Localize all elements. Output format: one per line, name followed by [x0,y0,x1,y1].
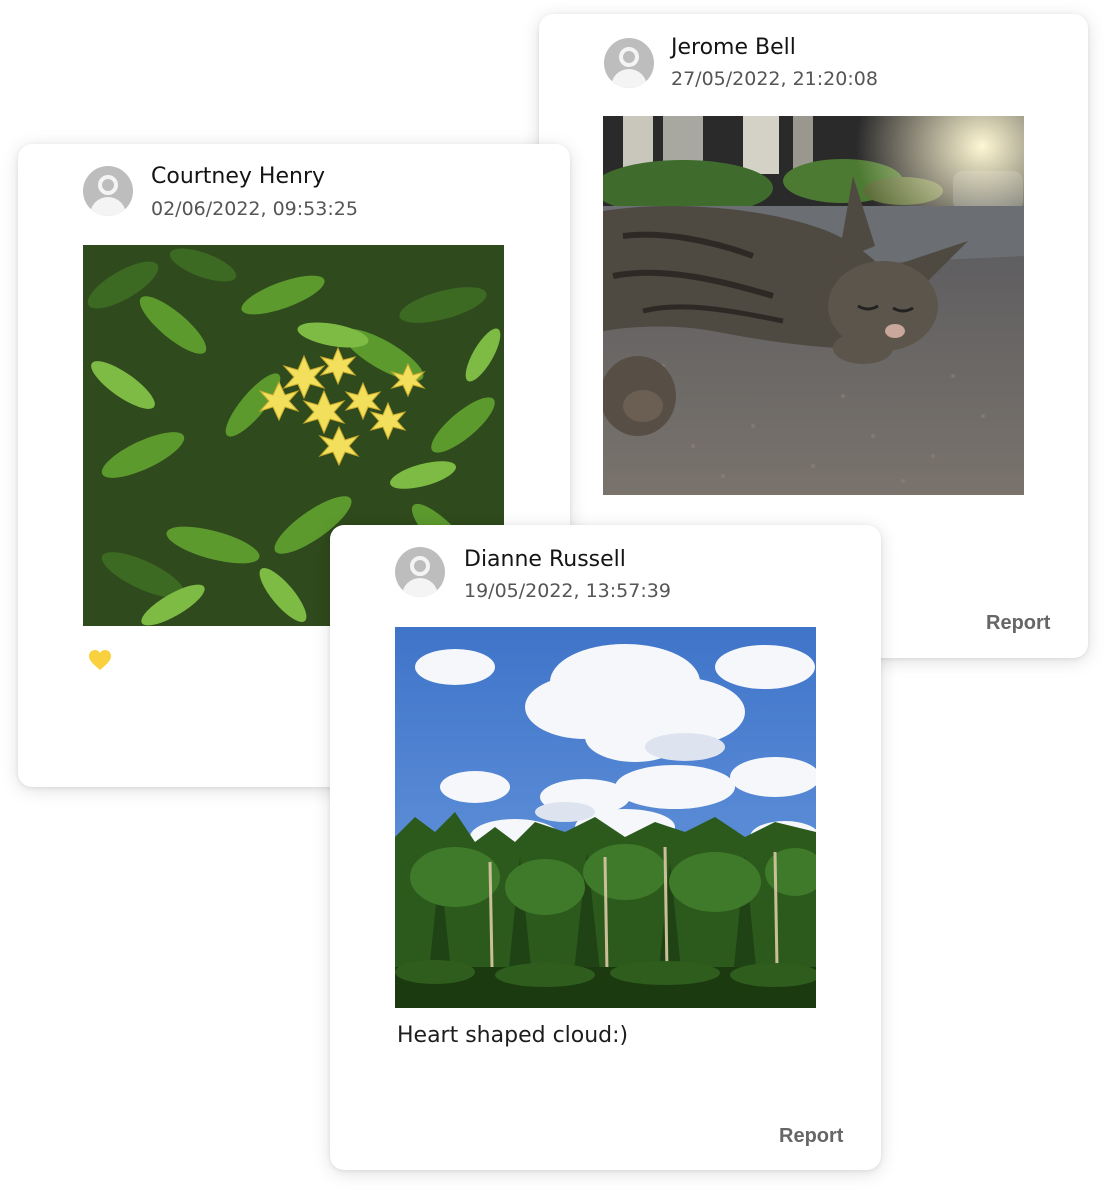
post-author: Jerome Bell [671,35,796,60]
user-avatar-icon [604,38,654,88]
user-avatar-icon [395,547,445,597]
post-card: Dianne Russell 19/05/2022, 13:57:39 Hear… [330,525,881,1170]
heart-icon[interactable] [88,649,112,675]
report-button[interactable]: Report [986,612,1050,635]
user-avatar-icon [83,166,133,216]
post-timestamp: 19/05/2022, 13:57:39 [464,580,671,602]
post-caption: Heart shaped cloud:) [397,1023,629,1048]
post-timestamp: 27/05/2022, 21:20:08 [671,68,878,90]
post-photo [603,116,1024,495]
post-timestamp: 02/06/2022, 09:53:25 [151,198,358,220]
post-photo [395,627,816,1008]
report-button[interactable]: Report [779,1125,843,1148]
post-author: Courtney Henry [151,164,326,189]
post-author: Dianne Russell [464,547,626,572]
